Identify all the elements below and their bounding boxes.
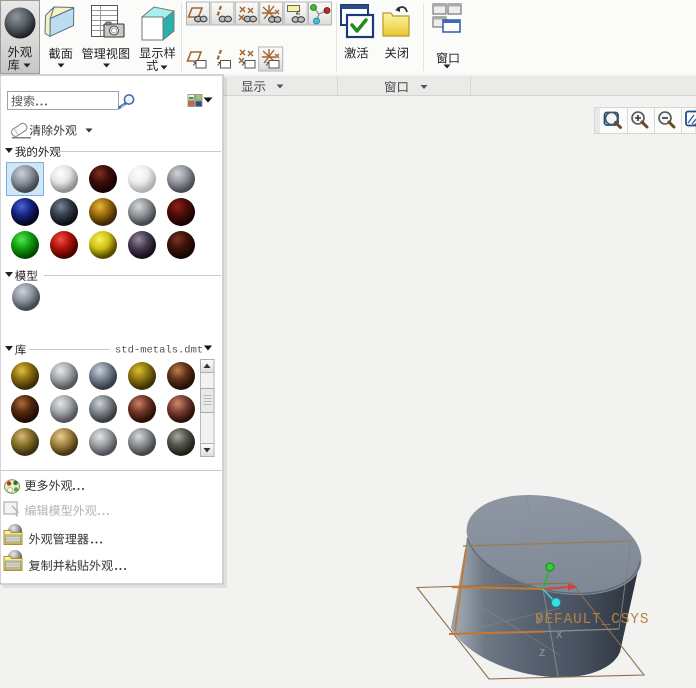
svg-text:DEFAULT_CSYS: DEFAULT_CSYS [535, 612, 649, 628]
svg-text:z: z [539, 644, 546, 659]
svg-text:std-metals.dmt: std-metals.dmt [115, 345, 203, 357]
svg-text:x: x [556, 626, 563, 641]
